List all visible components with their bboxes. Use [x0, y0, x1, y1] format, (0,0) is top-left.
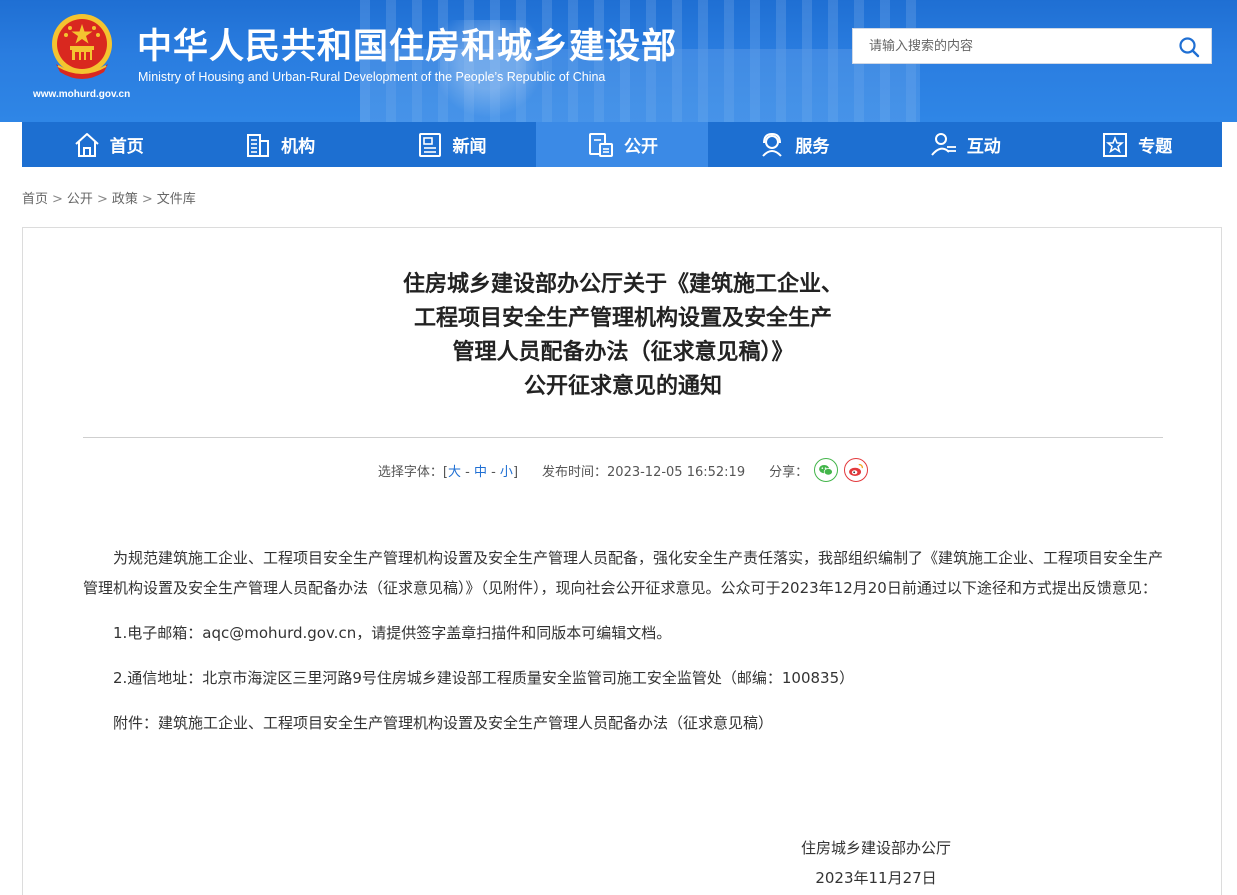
- font-size-label: 选择字体：[: [377, 464, 448, 480]
- breadcrumb-separator: >: [141, 192, 153, 207]
- font-size-dash: -: [460, 464, 474, 480]
- home-icon: [75, 132, 99, 157]
- nav-item-topic[interactable]: 专题: [1051, 122, 1222, 167]
- breadcrumb-separator: >: [52, 192, 63, 207]
- building-icon: [247, 133, 270, 157]
- contact-address-item: 2.通信地址：北京市海淀区三里河路9号住房城乡建设部工程质量安全监管司施工安全监…: [113, 669, 855, 687]
- site-url[interactable]: www.mohurd.gov.cn: [33, 89, 130, 100]
- national-emblem-icon[interactable]: [48, 12, 116, 84]
- signature: 住房城乡建设部办公厅 2023年11月27日: [801, 833, 951, 893]
- service-icon: [762, 132, 783, 157]
- nav-item-label: 机构: [281, 137, 316, 157]
- news-icon: [418, 132, 441, 157]
- article-body: 为规范建筑施工企业、工程项目安全生产管理机构设置及安全生产管理人员配备，强化安全…: [83, 543, 1163, 738]
- nav-item-label: 新闻: [452, 137, 487, 157]
- topic-star-icon: [1103, 132, 1128, 157]
- publish-info: 发布时间：2023-12-05 16:52:19: [542, 461, 745, 480]
- nav-item-institution[interactable]: 机构: [193, 122, 364, 167]
- breadcrumb-separator: >: [96, 192, 108, 207]
- nav-item-label: 首页: [109, 137, 144, 157]
- nav-item-label: 专题: [1138, 137, 1173, 157]
- font-size-small[interactable]: 小: [500, 465, 513, 480]
- breadcrumb-library[interactable]: 文件库: [157, 192, 196, 207]
- font-size-dash: -: [486, 464, 500, 480]
- breadcrumb: 首页 > 公开 > 政策 > 文件库: [22, 188, 196, 207]
- nav-item-open[interactable]: 公开: [536, 122, 708, 167]
- interaction-icon: [931, 132, 956, 156]
- breadcrumb-open[interactable]: 公开: [67, 192, 93, 207]
- nav-item-home[interactable]: 首页: [22, 122, 193, 167]
- title-line: 管理人员配备办法（征求意见稿）》: [452, 340, 794, 365]
- title-line: 工程项目安全生产管理机构设置及安全生产: [413, 306, 832, 331]
- document-icon: [588, 132, 613, 157]
- title-line: 公开征求意见的通知: [523, 374, 722, 399]
- title-line: 住房城乡建设部办公厅关于《建筑施工企业、: [402, 272, 843, 297]
- attachment-link[interactable]: 附件：建筑施工企业、工程项目安全生产管理机构设置及安全生产管理人员配备办法（征求…: [83, 708, 1163, 738]
- nav-item-label: 服务: [795, 137, 830, 157]
- font-size-end: ]: [512, 464, 519, 480]
- nav-item-interaction[interactable]: 互动: [879, 122, 1050, 167]
- breadcrumb-policy[interactable]: 政策: [112, 192, 138, 207]
- font-size-medium[interactable]: 中: [474, 465, 487, 480]
- main-nav: 首页 机构 新闻 公开 服务 互动 专题: [22, 122, 1222, 167]
- signature-org: 住房城乡建设部办公厅: [801, 839, 952, 857]
- publish-label: 发布时间：: [542, 464, 608, 480]
- site-title-en: Ministry of Housing and Urban-Rural Deve…: [138, 70, 606, 84]
- paragraph: 为规范建筑施工企业、工程项目安全生产管理机构设置及安全生产管理人员配备，强化安全…: [83, 549, 1164, 597]
- wechat-icon[interactable]: [814, 458, 839, 482]
- breadcrumb-home[interactable]: 首页: [22, 192, 48, 207]
- nav-item-label: 公开: [623, 137, 658, 157]
- nav-item-label: 互动: [966, 137, 1001, 157]
- search-icon[interactable]: [1177, 35, 1201, 59]
- nav-item-service[interactable]: 服务: [708, 122, 879, 167]
- signature-date: 2023年11月27日: [815, 869, 937, 887]
- contact-email-item: 1.电子邮箱：aqc@mohurd.gov.cn，请提供签字盖章扫描件和同版本可…: [113, 624, 672, 642]
- search-box: [852, 28, 1212, 64]
- font-size-selector: 选择字体：[大 - 中 - 小]: [378, 461, 518, 480]
- font-size-large[interactable]: 大: [448, 465, 461, 480]
- article-container: 住房城乡建设部办公厅关于《建筑施工企业、 工程项目安全生产管理机构设置及安全生产…: [22, 227, 1222, 895]
- article-title: 住房城乡建设部办公厅关于《建筑施工企业、 工程项目安全生产管理机构设置及安全生产…: [23, 268, 1223, 404]
- search-input[interactable]: [853, 29, 1153, 63]
- article-meta: 选择字体：[大 - 中 - 小] 发布时间：2023-12-05 16:52:1…: [23, 458, 1223, 482]
- site-title-cn[interactable]: 中华人民共和国住房和城乡建设部: [137, 18, 677, 69]
- publish-time: 2023-12-05 16:52:19: [607, 464, 746, 480]
- share-label: 分享：: [769, 464, 809, 480]
- nav-item-news[interactable]: 新闻: [365, 122, 536, 167]
- weibo-icon[interactable]: [844, 458, 869, 482]
- site-header: www.mohurd.gov.cn 中华人民共和国住房和城乡建设部 Minist…: [0, 0, 1237, 122]
- title-divider: [83, 437, 1163, 438]
